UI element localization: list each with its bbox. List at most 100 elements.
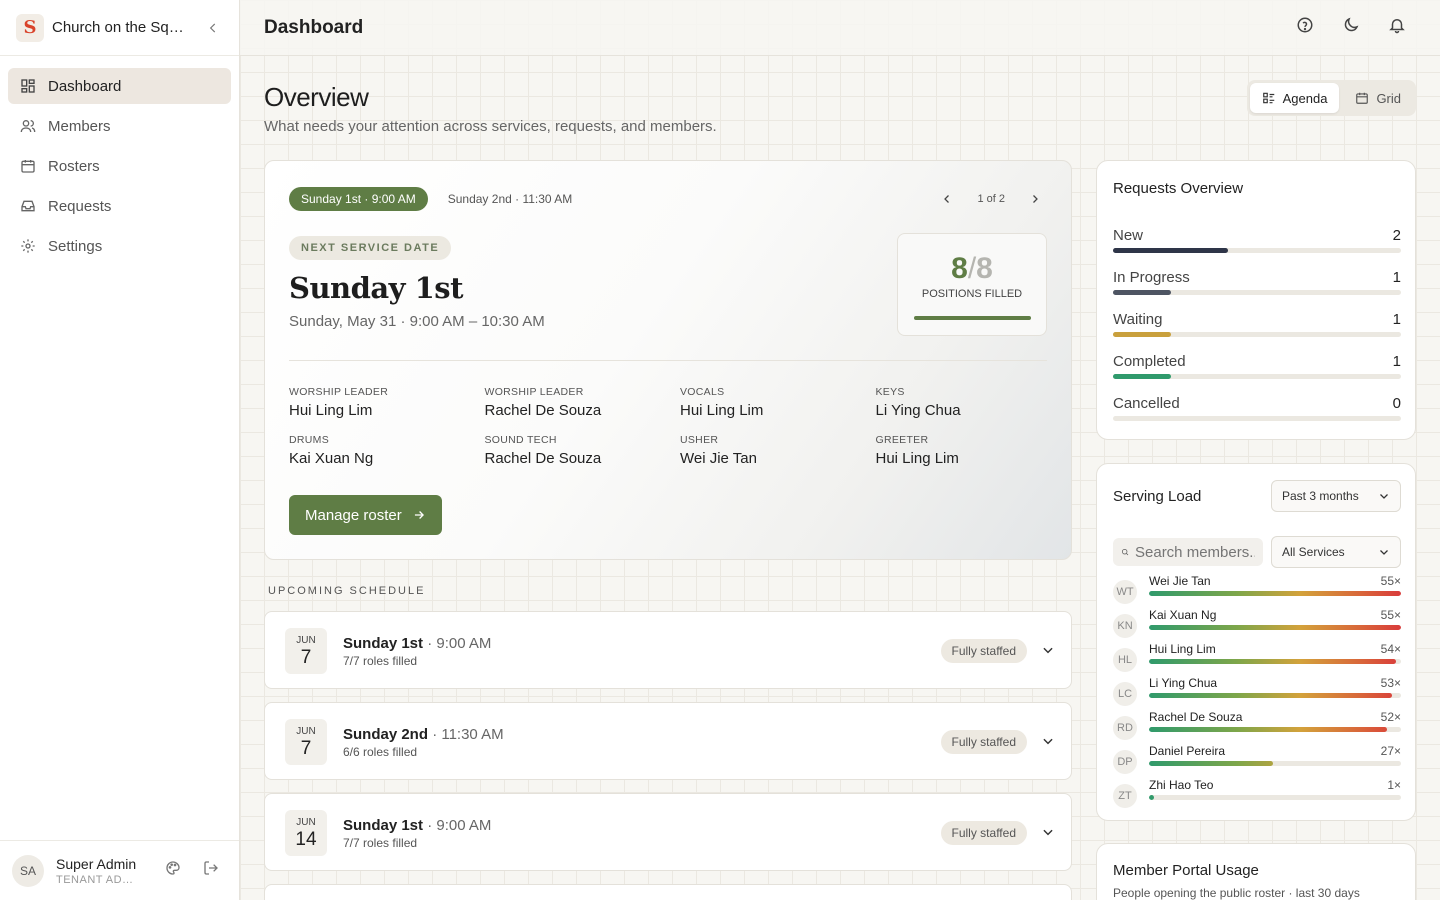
dashboard-icon	[20, 78, 36, 94]
request-status-row[interactable]: In Progress 1	[1113, 269, 1401, 295]
chevron-down-icon[interactable]	[1041, 734, 1055, 748]
role-cell: KEYS Li Ying Chua	[876, 386, 1072, 419]
role-label: WORSHIP LEADER	[289, 386, 389, 398]
role-cell: WORSHIP LEADER Rachel De Souza	[485, 386, 681, 419]
role-person: Hui Ling Lim	[875, 450, 959, 467]
sidebar-item-requests[interactable]: Requests	[8, 188, 231, 224]
serving-count: 55×	[1380, 608, 1401, 622]
role-person: Kai Xuan Ng	[289, 450, 374, 467]
schedule-item[interactable]: JUN 7 Sunday 2nd · 11:30 AM 6/6 roles fi…	[264, 702, 1072, 780]
gear-icon	[20, 238, 36, 254]
schedule-title: Sunday 1st · 9:00 AM	[343, 817, 491, 834]
schedule-time: · 9:00 AM	[427, 635, 492, 652]
service-filter-select[interactable]: All Services	[1271, 536, 1401, 568]
avatar: ZT	[1113, 784, 1137, 808]
serving-count: 52×	[1380, 710, 1401, 724]
calendar-icon	[1355, 91, 1369, 105]
moon-icon[interactable]	[1342, 16, 1360, 39]
user-profile: SA Super Admin TENANT ADMIN	[0, 840, 239, 900]
agenda-view-button[interactable]: Agenda	[1249, 83, 1340, 113]
period-select[interactable]: Past 3 months	[1271, 480, 1401, 512]
serving-load-track	[1149, 761, 1401, 766]
bell-icon[interactable]	[1388, 16, 1406, 39]
serving-load-fill	[1149, 761, 1273, 766]
chevron-left-icon	[209, 23, 216, 32]
chevron-down-icon[interactable]	[1041, 643, 1055, 657]
collapse-sidebar-button[interactable]	[203, 18, 223, 38]
member-search[interactable]	[1113, 538, 1263, 566]
request-status-track	[1113, 332, 1401, 337]
member-name: Hui Ling Lim	[1149, 642, 1216, 656]
serving-load-row[interactable]: WT Wei Jie Tan 55×	[1113, 574, 1401, 610]
request-status-label: Waiting	[1113, 311, 1163, 328]
schedule-item[interactable]: JUN 14 Sunday 1st · 9:00 AM 7/7 roles fi…	[264, 793, 1072, 871]
sidebar-item-label: Settings	[48, 237, 103, 255]
church-name[interactable]: Church on the Square	[52, 19, 186, 36]
calendar-icon	[20, 158, 36, 174]
role-cell: USHER Wei Jie Tan	[680, 434, 876, 467]
member-portal-panel: Member Portal Usage People opening the p…	[1096, 843, 1416, 900]
help-icon[interactable]	[1296, 16, 1314, 39]
avatar: WT	[1113, 580, 1137, 604]
role-label: GREETER	[875, 434, 929, 446]
serving-load-track	[1149, 659, 1401, 664]
sidebar-item-rosters[interactable]: Rosters	[8, 148, 231, 184]
next-service-button[interactable]	[1027, 189, 1043, 209]
sidebar-item-dashboard[interactable]: Dashboard	[8, 68, 231, 104]
sidebar: S Church on the Square Dashboard Members…	[0, 0, 240, 900]
filled-count: 8	[951, 252, 968, 285]
schedule-title: Sunday 1st · 9:00 AM	[343, 635, 491, 652]
avatar: DP	[1113, 750, 1137, 774]
logout-icon[interactable]	[203, 860, 219, 881]
request-status-fill	[1113, 374, 1171, 379]
role-label: KEYS	[875, 386, 905, 398]
service-chip[interactable]: Sunday 1st · 9:00 AM	[289, 187, 428, 211]
role-person: Li Ying Chua	[875, 402, 961, 419]
request-status-count: 1	[1392, 269, 1401, 286]
serving-load-row[interactable]: HL Hui Ling Lim 54×	[1113, 642, 1401, 678]
search-input[interactable]	[1135, 543, 1255, 561]
service-chip[interactable]: Sunday 2nd · 11:30 AM	[436, 187, 585, 211]
schedule-time: · 9:00 AM	[427, 817, 492, 834]
serving-load-row[interactable]: DP Daniel Pereira 27×	[1113, 744, 1401, 780]
prev-service-button[interactable]	[939, 189, 955, 209]
schedule-item[interactable]: JUN 7 Sunday 1st · 9:00 AM 7/7 roles fil…	[264, 611, 1072, 689]
positions-filled-bar	[914, 316, 1031, 320]
schedule-roles: 7/7 roles filled	[343, 836, 418, 850]
avatar[interactable]: SA	[12, 854, 44, 887]
sidebar-item-members[interactable]: Members	[8, 108, 231, 144]
request-status-count: 2	[1392, 227, 1401, 244]
divider	[289, 360, 1047, 361]
serving-load-row[interactable]: KN Kai Xuan Ng 55×	[1113, 608, 1401, 644]
sidebar-item-settings[interactable]: Settings	[8, 228, 231, 264]
chevron-down-icon	[1380, 494, 1388, 499]
role-label: DRUMS	[289, 434, 329, 446]
request-status-row[interactable]: Cancelled 0	[1113, 395, 1401, 421]
service-filter-value: All Services	[1282, 545, 1345, 559]
positions-filled-label: POSITIONS FILLED	[921, 288, 1023, 300]
grid-view-button[interactable]: Grid	[1343, 83, 1413, 113]
schedule-time: · 11:30 AM	[432, 726, 504, 743]
serving-load-row[interactable]: LC Li Ying Chua 53×	[1113, 676, 1401, 712]
service-name: Sunday 1st	[289, 271, 464, 305]
schedule-title: Sunday 2nd · 11:30 AM	[343, 726, 504, 743]
period-select-value: Past 3 months	[1282, 489, 1359, 503]
manage-roster-button[interactable]: Manage roster	[289, 495, 442, 535]
serving-count: 53×	[1380, 676, 1401, 690]
role-person: Hui Ling Lim	[289, 402, 373, 419]
palette-icon[interactable]	[165, 860, 181, 881]
arrow-right-icon	[414, 511, 424, 519]
request-status-count: 1	[1392, 311, 1401, 328]
serving-load-row[interactable]: RD Rachel De Souza 52×	[1113, 710, 1401, 746]
serving-load-row[interactable]: ZT Zhi Hao Teo 1×	[1113, 778, 1401, 814]
serving-load-panel: Serving Load Past 3 months All Services …	[1096, 463, 1416, 821]
serving-load-fill	[1149, 727, 1388, 732]
role-label: WORSHIP LEADER	[484, 386, 584, 398]
serving-load-fill	[1149, 659, 1397, 664]
request-status-row[interactable]: Waiting 1	[1113, 311, 1401, 337]
request-status-label: In Progress	[1113, 269, 1190, 286]
schedule-item[interactable]	[264, 884, 1072, 900]
request-status-row[interactable]: Completed 1	[1113, 353, 1401, 379]
chevron-down-icon[interactable]	[1041, 825, 1055, 839]
request-status-row[interactable]: New 2	[1113, 227, 1401, 253]
